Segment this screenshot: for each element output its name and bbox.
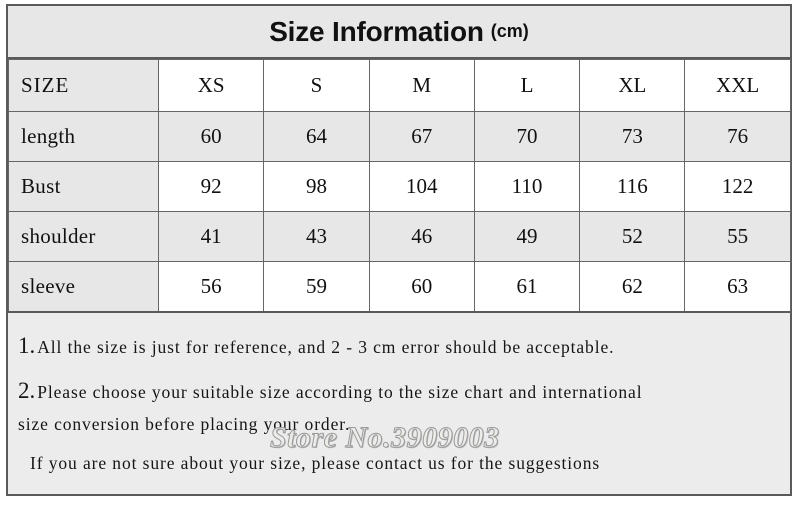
row-label-sleeve: sleeve (8, 261, 159, 313)
row-label-bust: Bust (8, 161, 159, 212)
cell-bust-s: 98 (263, 161, 370, 212)
cell-shoulder-s: 43 (263, 211, 370, 262)
table-row: length 60 64 67 70 73 76 (8, 111, 791, 162)
table-row: shoulder 41 43 46 49 52 55 (8, 211, 791, 262)
column-header-xxl: XXL (684, 59, 791, 112)
column-header-s: S (263, 59, 370, 112)
cell-sleeve-xxl: 63 (684, 261, 791, 313)
cell-sleeve-l: 61 (473, 261, 581, 313)
column-header-xs: XS (157, 59, 265, 112)
cell-sleeve-s: 59 (263, 261, 370, 313)
cell-length-xxl: 76 (684, 111, 791, 162)
table-header-row: SIZE XS S M L XL XXL (8, 59, 791, 112)
row-label-shoulder: shoulder (8, 211, 159, 262)
note-2-text: Please choose your suitable size accordi… (37, 381, 643, 402)
cell-length-l: 70 (473, 111, 581, 162)
column-header-xl: XL (579, 59, 686, 112)
note-2-number: 2. (18, 377, 36, 403)
size-chart-card: Size Information (cm) SIZE XS S M L XL X… (6, 4, 792, 496)
note-item-2: 2. Please choose your suitable size accor… (18, 379, 780, 402)
cell-shoulder-xxl: 55 (684, 211, 791, 262)
cell-bust-m: 104 (368, 161, 475, 212)
cell-length-xs: 60 (157, 111, 265, 162)
cell-sleeve-xs: 56 (157, 261, 265, 313)
note-2-continuation: size conversion before placing your orde… (18, 413, 351, 434)
cell-sleeve-xl: 62 (579, 261, 686, 313)
notes-section: 1. All the size is just for reference, an… (8, 312, 790, 494)
note-item-3: If you are not sure about your size, ple… (30, 453, 601, 473)
cell-bust-l: 110 (473, 161, 581, 212)
table-corner-label: SIZE (8, 59, 159, 112)
cell-length-xl: 73 (579, 111, 686, 162)
cell-length-s: 64 (263, 111, 370, 162)
page-title: Size Information (269, 15, 484, 47)
cell-bust-xs: 92 (157, 161, 265, 212)
title-unit-label: (cm) (490, 21, 529, 41)
column-header-l: L (473, 59, 581, 112)
cell-shoulder-xl: 52 (579, 211, 686, 262)
cell-bust-xxl: 122 (684, 161, 791, 212)
column-header-m: M (368, 59, 475, 112)
note-1-number: 1. (18, 332, 36, 358)
chart-title-bar: Size Information (cm) (8, 6, 790, 59)
note-1-text: All the size is just for reference, and … (37, 336, 615, 357)
note-item-1: 1. All the size is just for reference, an… (18, 334, 780, 357)
cell-shoulder-m: 46 (368, 211, 475, 262)
cell-bust-xl: 116 (579, 161, 686, 212)
cell-sleeve-m: 60 (368, 261, 475, 313)
row-label-length: length (8, 111, 159, 162)
table-row: Bust 92 98 104 110 116 122 (8, 161, 791, 212)
cell-shoulder-xs: 41 (157, 211, 265, 262)
cell-length-m: 67 (368, 111, 475, 162)
table-row: sleeve 56 59 60 61 62 63 (8, 261, 791, 313)
size-table: SIZE XS S M L XL XXL length 60 64 67 70 … (8, 59, 791, 313)
cell-shoulder-l: 49 (473, 211, 581, 262)
